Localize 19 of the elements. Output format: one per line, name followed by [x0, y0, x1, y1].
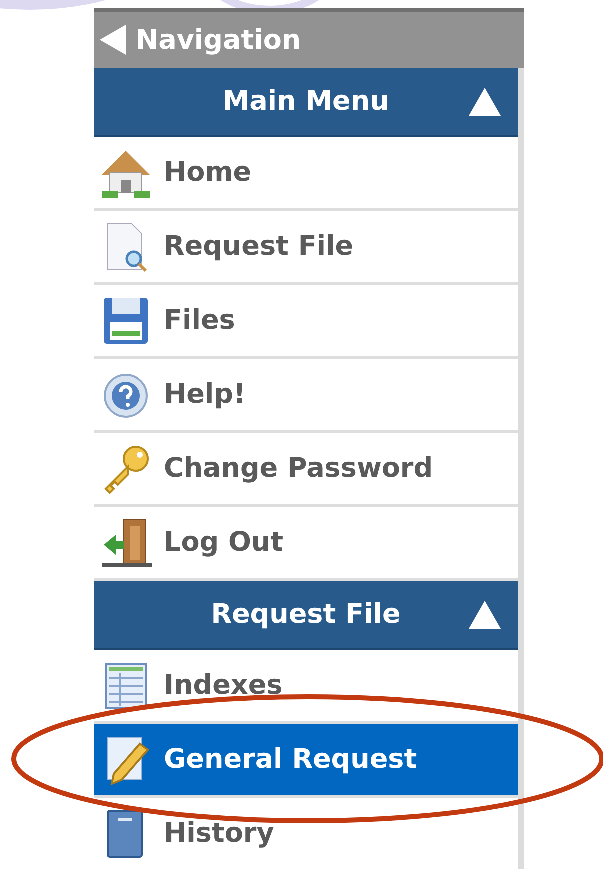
section-title: Request File — [211, 599, 401, 630]
section-title: Main Menu — [222, 86, 390, 117]
menu-item-label: Request File — [164, 231, 354, 262]
exit-door-icon — [100, 516, 152, 568]
menu-item-label: Files — [164, 305, 236, 336]
menu-item[interactable]: General Request — [94, 724, 518, 798]
menu-item-label: Help! — [164, 379, 246, 410]
menu-item-label: Change Password — [164, 453, 434, 484]
menu-item-label: General Request — [164, 744, 418, 775]
menu-item-label: Log Out — [164, 527, 284, 558]
back-arrow-icon — [98, 23, 128, 57]
collapse-arrow-icon[interactable] — [468, 87, 502, 117]
navigation-title: Navigation — [136, 24, 302, 56]
section-header[interactable]: Main Menu — [94, 68, 518, 137]
menu-item-label: Indexes — [164, 670, 283, 701]
collapse-arrow-icon[interactable] — [468, 600, 502, 630]
menu-item-label: Home — [164, 157, 252, 188]
section-header[interactable]: Request File — [94, 581, 518, 650]
menu-item-label: History — [164, 818, 274, 849]
